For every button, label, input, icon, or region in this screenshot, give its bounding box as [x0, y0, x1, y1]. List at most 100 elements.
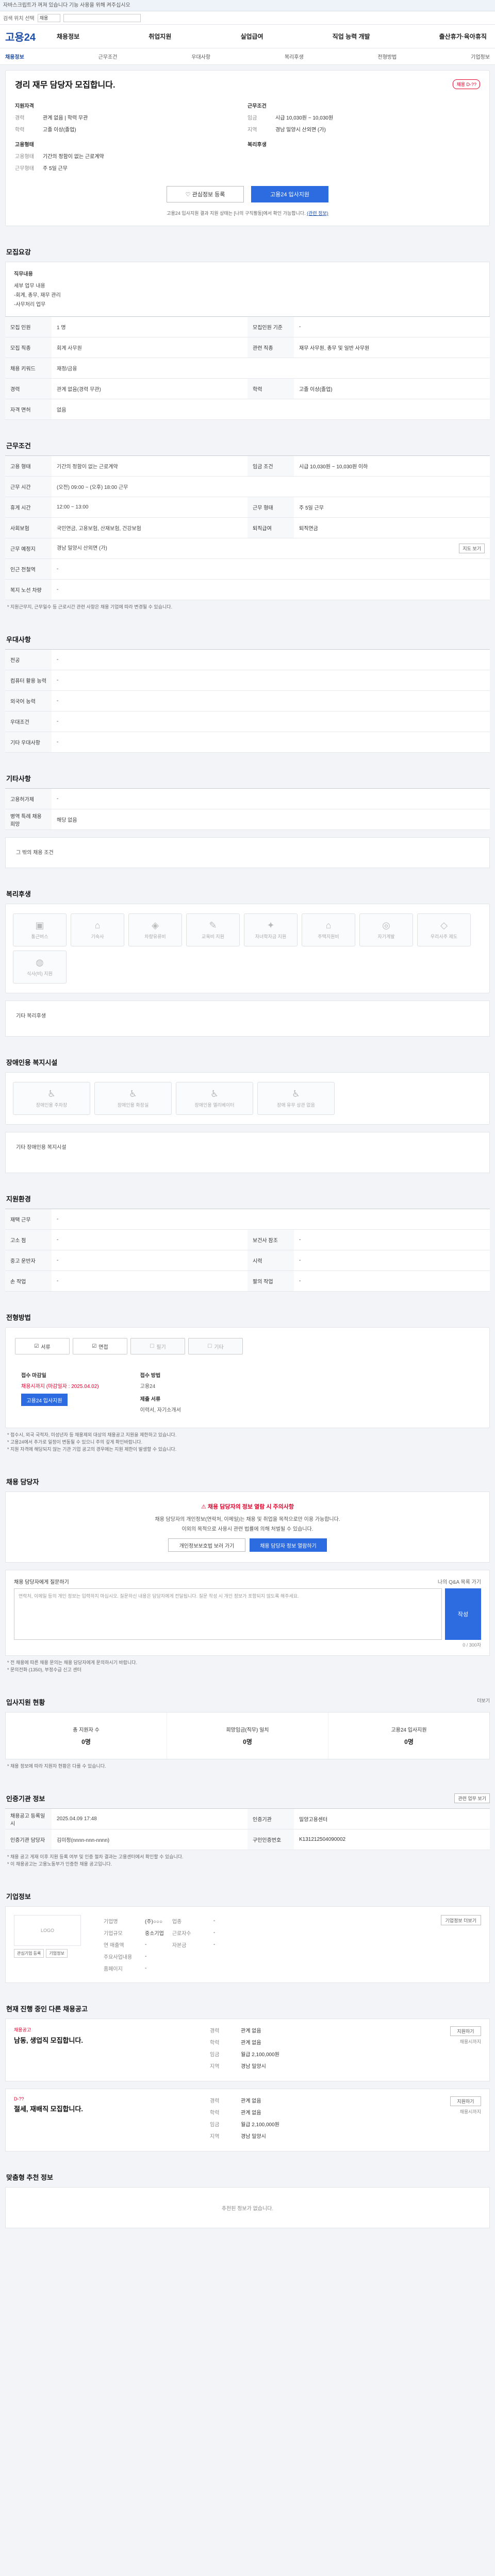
gnb-item-0[interactable]: 채용정보 [57, 32, 79, 41]
row-value: - [52, 1270, 248, 1292]
reco-empty: 추천된 정보가 없습니다. [5, 2187, 490, 2228]
duty-heading: 직무내용 [14, 272, 33, 277]
company-value: - [213, 1942, 216, 1947]
other-job-key: 임금 [210, 2122, 220, 2128]
company-value: - [145, 1954, 147, 1959]
other-job-deadline: 채용시까지 [459, 2039, 481, 2044]
map-button[interactable]: 지도 보기 [459, 544, 485, 553]
row-label: 인근 전철역 [5, 558, 52, 580]
apply-note-link[interactable]: (관련 정보) [307, 211, 328, 216]
disab-item: ♿ 장애인용 주차장 [13, 1082, 90, 1115]
other-job-key: 학력 [210, 2110, 220, 2116]
stat-more-link[interactable]: 더보기 [477, 1697, 490, 1707]
table-row: 우대조건 - [5, 711, 490, 732]
row-value: 고졸 이상(졸업) [294, 378, 490, 399]
recv-apply-button[interactable]: 고용24 입사지원 [21, 1394, 68, 1406]
heart-icon: ♡ [185, 191, 191, 198]
company-scrap-button[interactable]: 관심기업 등록 [14, 1949, 44, 1958]
table-row: 전공 - [5, 649, 490, 670]
company-row: 홈페이지 - [100, 1962, 219, 1974]
tab-4[interactable]: 전형방법 [378, 53, 397, 60]
tab-0[interactable]: 채용정보 [5, 53, 24, 60]
other-job-title[interactable]: 절세, 재배직 모집합니다. [14, 2104, 210, 2113]
company-more-button[interactable]: 기업정보 더보기 [440, 1915, 481, 1925]
search-input[interactable] [63, 13, 141, 22]
row-label: 보건사 잠조 [248, 1229, 294, 1250]
other-job-key: 학력 [210, 2040, 220, 2046]
duty-line: -회계, 총무, 재무 관리 [14, 293, 61, 298]
welfare-item: ⌂ 주택지원비 [302, 913, 355, 946]
row-value: - [294, 1250, 490, 1271]
question-submit-button[interactable]: 작성 [445, 1588, 481, 1640]
row-value: - [52, 1229, 248, 1250]
view-contact-button[interactable]: 채용 담당자 정보 열람하기 [250, 1538, 327, 1552]
check-icon: ☐ [207, 1343, 212, 1349]
row-label: 관련 직종 [248, 337, 294, 358]
apply-button[interactable]: 고용24 입사지원 [251, 186, 328, 202]
welfare-label: 통근버스 [31, 934, 48, 939]
other-job-card[interactable]: D-?? 절세, 재배직 모집합니다. 경력 관계 없음 학력 관계 없음 임금 월급 2,1… [5, 2089, 490, 2151]
row-label: 휴게 시간 [5, 497, 52, 518]
job-title: 경리 재무 담당자 모집합니다. [15, 81, 116, 90]
method-label: 서류 [41, 1344, 51, 1350]
method-label: 면접 [98, 1344, 108, 1350]
stat-value: 0명 [81, 1738, 91, 1745]
stat-label: 고용24 입사지원 [391, 1727, 427, 1733]
company-key: 주요사업내용 [104, 1955, 133, 1960]
row-label: 학력 [248, 378, 294, 399]
other-job-tag: 채용공고 [14, 2027, 31, 2032]
privacy-law-button[interactable]: 개인정보보호법 보러 가기 [168, 1538, 245, 1552]
welfare-label: 주택지원비 [318, 934, 339, 939]
row-value: 주 5일 근무 [294, 497, 490, 518]
row-label: 임금 조건 [248, 455, 294, 477]
emp-row: 근무형태 주 5일 근무 [15, 164, 248, 172]
company-key: 자본금 [172, 1943, 187, 1948]
check-icon: ☑ [34, 1343, 39, 1349]
site-logo[interactable]: 고용24 [5, 29, 41, 44]
row-label: 근무 예정지 [5, 538, 52, 559]
reg-related-button[interactable]: 관련 업무 보기 [454, 1793, 490, 1803]
gnb-item-4[interactable]: 출산휴가·육아휴직 [439, 32, 487, 41]
welfare-icon: ◍ [36, 957, 44, 968]
other-job-apply-button[interactable]: 지원하기 [450, 2026, 481, 2036]
gnb-item-3[interactable]: 직업 능력 개발 [333, 32, 370, 41]
company-info-button[interactable]: 기업정보 [46, 1949, 68, 1958]
cond-value: 시급 10,030원 ~ 10,030원 [275, 115, 334, 121]
js-banner: 자바스크립트가 꺼져 있습니다 기능 사용을 위해 켜주십시오 [0, 0, 495, 11]
recv-docs-label: 제출 서류 [140, 1397, 161, 1402]
disab-item: ♿ 장애 유무 상관 없음 [257, 1082, 335, 1115]
other-job-title[interactable]: 남동, 생업직 모집합니다. [14, 2035, 210, 2045]
tab-2[interactable]: 우대사항 [191, 53, 210, 60]
job-summary-card: 경리 재무 담당자 모집합니다. 채용 D-?? 지원자격 경력 관계 없음 | 학… [5, 70, 490, 226]
tab-1[interactable]: 근무조건 [98, 53, 118, 60]
row-label: 시력 [248, 1250, 294, 1271]
gnb-item-2[interactable]: 실업급여 [240, 32, 263, 41]
gnb-item-1[interactable]: 취업지원 [148, 32, 171, 41]
recv-docs: 이력서, 자기소개서 [140, 1408, 181, 1413]
tab-3[interactable]: 복리후생 [285, 53, 304, 60]
welfare-icon: ◈ [152, 920, 159, 930]
welfare-item: ◈ 차량유류비 [128, 913, 182, 946]
check-icon: ☑ [92, 1343, 97, 1349]
welfare-icon: ⌂ [94, 920, 101, 930]
question-box: 채용 담당자에게 질문하기 나의 Q&A 목록 가기 연락처, 이메일 등의 개인… [5, 1570, 490, 1656]
other-job-apply-button[interactable]: 지원하기 [450, 2096, 481, 2106]
table-row: 인증기관 담당자 김미정(nnnn-nnn-nnnn) 구인인증번호 K1312125… [5, 1829, 490, 1850]
section-title-screen: 지원환경 [6, 1195, 31, 1203]
other-job-card[interactable]: 채용공고남동, 생업직 모집합니다. 경력 관계 없음 학력 관계 없음 임금 월급 2,1… [5, 2019, 490, 2081]
table-row: 기타 우대사항 - [5, 732, 490, 753]
row-label: 구인인증번호 [248, 1829, 294, 1850]
other-job-row: 경력 관계 없음 [210, 2096, 404, 2104]
duty-box: 직무내용 세부 업무 내용 -회계, 총무, 재무 관리 -사무처리 업무 [5, 262, 490, 316]
welfare-item: ◎ 자기계발 [359, 913, 413, 946]
search-scope-select[interactable]: 채용 [37, 13, 60, 22]
question-input[interactable]: 연락처, 이메일 등의 개인 정보는 입력하지 마십시오. 질문하신 내용은 담… [14, 1588, 442, 1640]
other-job-info: 경력 관계 없음 학력 관계 없음 임금 월급 2,100,000원 지역 경남 밀양시 [210, 2026, 404, 2074]
tab-5[interactable]: 기업정보 [471, 53, 490, 60]
scrap-button[interactable]: ♡ 관심정보 등록 [167, 186, 244, 202]
other-job-key: 지역 [210, 2134, 220, 2140]
row-label: 팔의 작업 [248, 1270, 294, 1292]
row-label: 재택 근무 [5, 1209, 52, 1230]
qna-list-link[interactable]: 나의 Q&A 목록 가기 [438, 1578, 481, 1585]
row-value: - [294, 1229, 490, 1250]
